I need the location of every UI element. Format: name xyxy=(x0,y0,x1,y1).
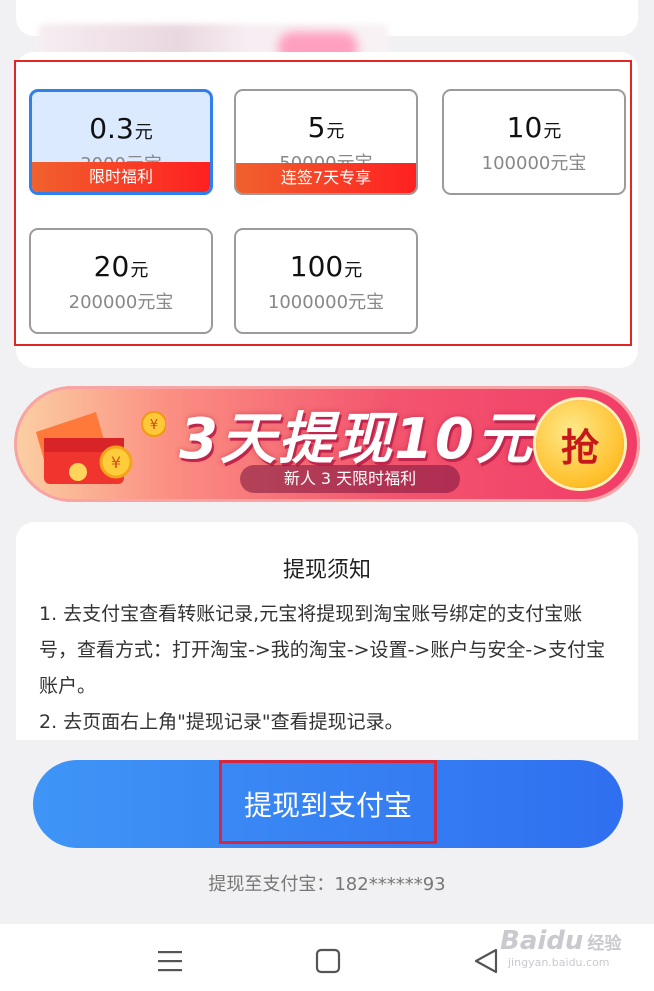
notice-item-2: 2. 去页面右上角"提现记录"查看提现记录。 xyxy=(39,711,404,733)
system-navbar: Baidu 经验 jingyan.baidu.com xyxy=(0,924,654,991)
red-envelope-gift-icon: ¥ ¥ xyxy=(36,411,166,484)
grab-button[interactable]: 抢 xyxy=(536,400,624,488)
home-square-icon[interactable] xyxy=(308,944,348,978)
svg-text:¥: ¥ xyxy=(111,453,121,472)
options-annotation-box xyxy=(14,60,632,346)
baidu-jingyan-watermark: Baidu 经验 jingyan.baidu.com xyxy=(500,926,640,972)
alipay-account-line: 提现至支付宝：182******93 xyxy=(208,874,446,895)
notice-title: 提现须知 xyxy=(282,558,371,583)
watermark-cn: 经验 xyxy=(587,934,622,954)
menu-icon[interactable] xyxy=(150,944,190,978)
button-annotation-box xyxy=(219,760,437,844)
banner-subtitle: 新人 3 天限时福利 xyxy=(240,465,460,493)
promo-banner[interactable]: ¥ ¥ 3天提现10元 新人 3 天限时福利 抢 xyxy=(14,386,640,502)
withdraw-notice-card: 提现须知 1. 去支付宝查看转账记录,元宝将提现到淘宝账号绑定的支付宝账号，查看… xyxy=(16,522,638,752)
svg-text:¥: ¥ xyxy=(150,418,158,433)
banner-title: 3天提现10元 xyxy=(179,407,534,472)
notice-item-1: 1. 去支付宝查看转账记录,元宝将提现到淘宝账号绑定的支付宝账号，查看方式：打开… xyxy=(39,603,606,697)
watermark-url: jingyan.baidu.com xyxy=(508,956,610,969)
watermark-logo: Baidu xyxy=(500,926,584,956)
